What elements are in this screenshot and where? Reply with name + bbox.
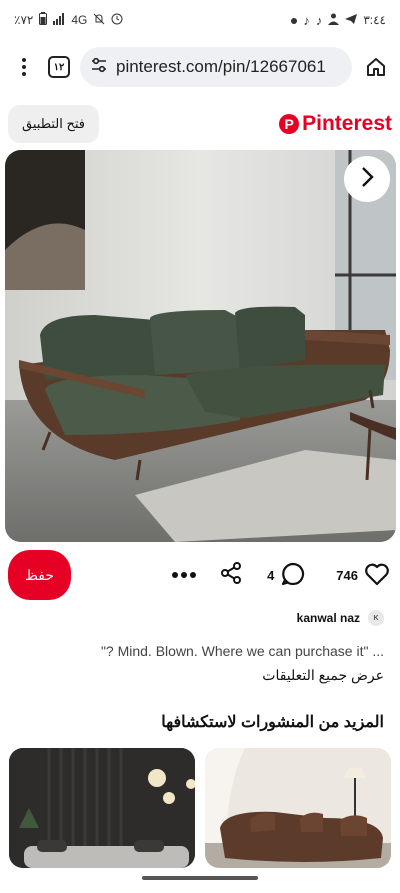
related-pin-image bbox=[205, 748, 391, 868]
pinterest-logo[interactable]: P Pinterest bbox=[279, 112, 392, 136]
related-pin[interactable] bbox=[9, 748, 195, 868]
next-pin-button[interactable] bbox=[344, 156, 390, 202]
alarm-icon bbox=[111, 13, 123, 28]
like-count: 746 bbox=[336, 567, 358, 583]
telegram-icon bbox=[345, 13, 358, 28]
more-icon[interactable] bbox=[171, 566, 197, 584]
status-right: ♪ ♪ ٣:٤٤ bbox=[291, 13, 386, 28]
comment-text: "? Mind. Blown. Where we can purchase it… bbox=[100, 643, 384, 659]
menu-icon[interactable] bbox=[10, 53, 38, 81]
signal-icon bbox=[53, 12, 65, 28]
commenter-name: kanwal naz bbox=[296, 611, 360, 625]
heart-icon bbox=[364, 562, 390, 589]
site-settings-icon[interactable] bbox=[90, 56, 108, 79]
brand-name: Pinterest bbox=[302, 112, 392, 135]
related-pin[interactable] bbox=[205, 748, 391, 868]
chevron-right-icon bbox=[359, 166, 375, 193]
pin-actions: حفظ 4 746 bbox=[0, 548, 400, 602]
tiktok-icon: ♪ bbox=[303, 12, 310, 28]
like-action[interactable]: 746 bbox=[336, 562, 390, 589]
share-icon[interactable] bbox=[219, 561, 243, 590]
home-icon[interactable] bbox=[362, 53, 390, 81]
mute-icon bbox=[93, 13, 105, 28]
browser-toolbar: ١٢ pinterest.com/pin/12667061 bbox=[0, 40, 400, 94]
tiktok-icon-2: ♪ bbox=[315, 12, 323, 28]
status-left: ٪٧٢ 4G bbox=[14, 12, 123, 28]
clock-time: ٣:٤٤ bbox=[363, 13, 386, 27]
url-text[interactable]: pinterest.com/pin/12667061 bbox=[116, 57, 326, 77]
commenter[interactable]: kanwal naz K bbox=[297, 610, 384, 626]
address-bar[interactable]: pinterest.com/pin/12667061 bbox=[80, 47, 352, 87]
pinterest-header: فتح التطبيق P Pinterest bbox=[0, 100, 400, 148]
sofa-illustration bbox=[5, 150, 396, 542]
dot-icon bbox=[291, 13, 298, 27]
person-icon bbox=[328, 13, 340, 28]
gesture-bar[interactable] bbox=[142, 876, 258, 880]
tabs-icon[interactable]: ١٢ bbox=[48, 56, 70, 78]
pinterest-p-icon: P bbox=[279, 114, 300, 134]
related-pin-image bbox=[9, 748, 195, 868]
save-button[interactable]: حفظ bbox=[8, 550, 71, 600]
comment-action[interactable]: 4 bbox=[267, 561, 306, 590]
network-type: 4G bbox=[71, 13, 88, 27]
view-all-comments-link[interactable]: عرض جميع التعليقات bbox=[262, 667, 384, 684]
comment-count: 4 bbox=[267, 567, 275, 583]
comment-icon bbox=[280, 561, 306, 590]
status-bar: ٪٧٢ 4G ♪ ♪ ٣:٤٤ bbox=[0, 0, 400, 40]
pin-image[interactable] bbox=[5, 150, 396, 542]
battery-level: ٪٧٢ bbox=[14, 13, 34, 27]
open-app-button[interactable]: فتح التطبيق bbox=[8, 105, 99, 143]
battery-icon bbox=[39, 12, 48, 28]
avatar: K bbox=[368, 610, 384, 626]
more-posts-heading: المزيد من المنشورات لاستكشافها bbox=[161, 714, 384, 731]
action-group: 4 746 bbox=[171, 561, 390, 590]
